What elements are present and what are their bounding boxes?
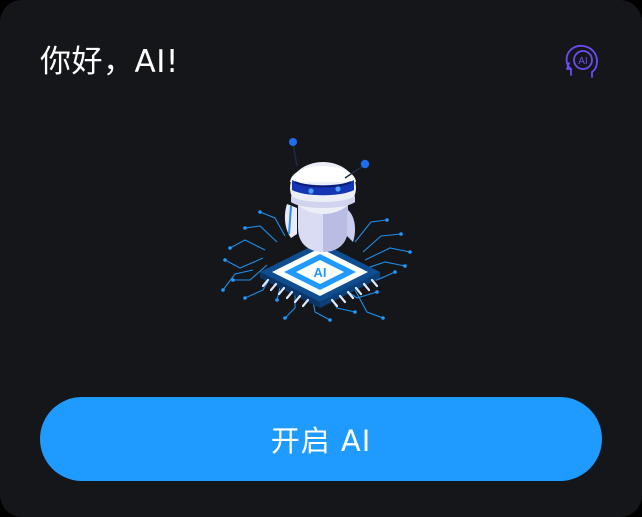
ai-head-icon-label: AI — [578, 56, 587, 67]
greeting-title: 你好，AI! — [40, 44, 179, 80]
start-ai-button[interactable]: 开启 AI — [40, 397, 602, 481]
ai-welcome-card: 你好，AI! AI AI 开启 AI — [0, 0, 642, 517]
ai-head-icon[interactable]: AI — [562, 42, 602, 82]
robot-chip-illustration: AI — [221, 138, 412, 322]
chip-ai-label: AI — [314, 265, 327, 280]
